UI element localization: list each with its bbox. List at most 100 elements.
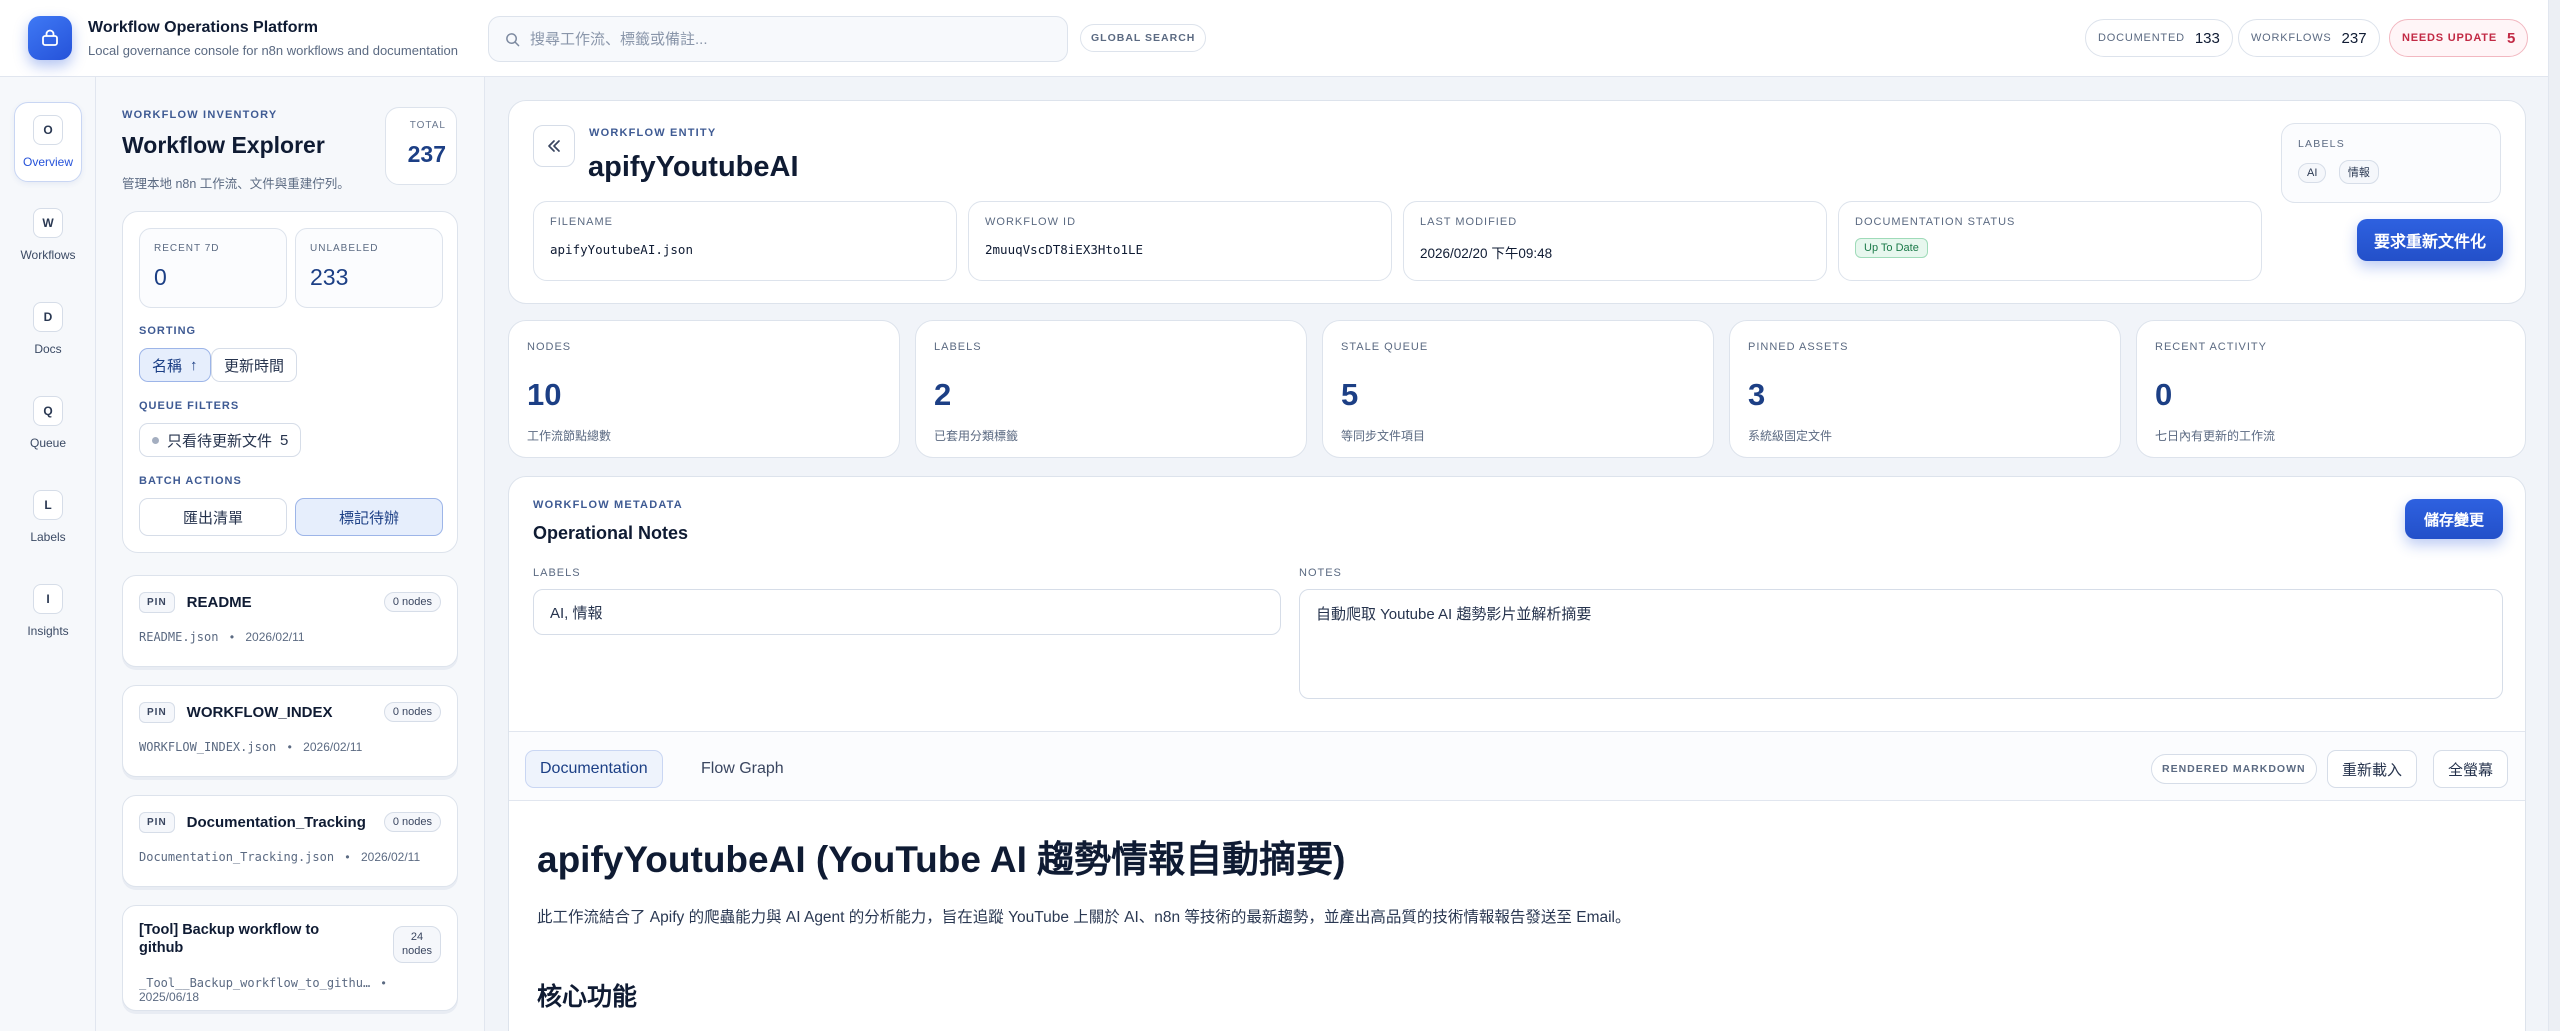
fullscreen-button[interactable]: 全螢幕 xyxy=(2433,750,2509,788)
tab-documentation[interactable]: Documentation xyxy=(525,750,663,788)
metric-value: 0 xyxy=(2155,377,2173,412)
save-changes-button[interactable]: 儲存變更 xyxy=(2405,499,2503,539)
app-logo-icon[interactable] xyxy=(28,16,72,60)
workflow-id-value: 2muuqVscDT8iEX3Hto1LE xyxy=(985,242,1144,257)
window-scrollbar[interactable] xyxy=(2548,0,2560,1031)
entity-eyebrow: WORKFLOW ENTITY xyxy=(589,127,717,139)
workflow-header: [Tool] Backup workflow to github xyxy=(139,922,359,956)
search-box[interactable] xyxy=(488,16,1068,62)
last-modified-field: LAST MODIFIED 2026/02/20 下午09:48 xyxy=(1403,201,1827,281)
pin-badge: PIN xyxy=(139,702,175,723)
batch-actions-label: BATCH ACTIONS xyxy=(139,475,242,487)
filter-dot-icon xyxy=(152,436,159,444)
total-label: TOTAL xyxy=(409,120,446,131)
sort-by-time-button[interactable]: 更新時間 xyxy=(211,348,298,382)
metric-label: LABELS xyxy=(934,341,982,353)
rail-item-workflows[interactable]: W Workflows xyxy=(14,195,82,275)
metric-value: 3 xyxy=(1748,377,1766,412)
workflows-value: 237 xyxy=(2341,29,2367,47)
workflow-date: 2025/06/18 xyxy=(139,990,200,1004)
labels-field-label: LABELS xyxy=(533,567,581,579)
workflows-icon: W xyxy=(33,208,63,238)
unlabeled-card: UNLABELED 233 xyxy=(295,228,443,308)
doc-status-field: DOCUMENTATION STATUS Up To Date xyxy=(1838,201,2262,281)
filter-panel: RECENT 7D 0 UNLABELED 233 SORTING 名稱 ↑ 更… xyxy=(122,211,458,553)
workflow-list-item[interactable]: [Tool] Backup workflow to github 24 node… xyxy=(122,905,458,1011)
rail-item-docs[interactable]: D Docs xyxy=(14,289,82,369)
pending-filter-toggle[interactable]: 只看待更新文件 5 xyxy=(139,423,302,457)
rail-label: Insights xyxy=(27,624,69,638)
nodes-badge: 0 nodes xyxy=(383,702,441,722)
recent-7d-card: RECENT 7D 0 xyxy=(139,228,287,308)
workflow-meta: Documentation_Tracking.json • 2026/02/11 xyxy=(139,850,420,864)
request-redoc-button[interactable]: 要求重新文件化 xyxy=(2357,219,2503,261)
reload-button[interactable]: 重新載入 xyxy=(2327,750,2418,788)
notes-textarea[interactable]: 自動爬取 Youtube AI 趨勢影片並解析摘要 xyxy=(1299,589,2503,699)
labels-input[interactable] xyxy=(533,589,1281,635)
filename-field: FILENAME apifyYoutubeAI.json xyxy=(533,201,957,281)
queue-filters-label: QUEUE FILTERS xyxy=(139,400,240,412)
workflow-list-item[interactable]: PIN WORKFLOW_INDEX 0 nodes WORKFLOW_INDE… xyxy=(122,685,458,777)
entity-title: apifyYoutubeAI xyxy=(588,151,799,183)
workflow-id-label: WORKFLOW ID xyxy=(985,216,1077,228)
meta-separator: • xyxy=(345,850,350,864)
sort-by-name-button[interactable]: 名稱 ↑ xyxy=(139,348,211,382)
workflow-meta: WORKFLOW_INDEX.json • 2026/02/11 xyxy=(139,740,362,754)
nodes-unit: nodes xyxy=(402,945,432,958)
tab-flow-graph[interactable]: Flow Graph xyxy=(687,750,798,788)
workflow-file: _Tool__Backup_workflow_to_githu… xyxy=(139,976,371,990)
nodes-count: 24 xyxy=(410,931,424,943)
doc-status-label: DOCUMENTATION STATUS xyxy=(1855,216,2016,228)
workflow-date: 2026/02/11 xyxy=(303,740,363,754)
metadata-eyebrow: WORKFLOW METADATA xyxy=(533,499,683,511)
entity-card: WORKFLOW ENTITY apifyYoutubeAI FILENAME … xyxy=(508,100,2526,304)
rail-item-labels[interactable]: L Labels xyxy=(14,477,82,557)
metric-labels: LABELS 2 已套用分類標籤 xyxy=(915,320,1307,458)
metric-label: RECENT ACTIVITY xyxy=(2155,341,2267,353)
last-modified-label: LAST MODIFIED xyxy=(1420,216,1518,228)
docs-icon: D xyxy=(33,302,63,332)
metric-label: PINNED ASSETS xyxy=(1748,341,1849,353)
last-modified-value: 2026/02/20 下午09:48 xyxy=(1420,246,1553,261)
workflow-meta: _Tool__Backup_workflow_to_githu… • 2025/… xyxy=(139,976,457,1004)
doc-heading: apifyYoutubeAI (YouTube AI 趨勢情報自動摘要) xyxy=(537,839,1346,880)
insights-icon: I xyxy=(33,584,63,614)
workflow-list-item[interactable]: PIN Documentation_Tracking 0 nodes Docum… xyxy=(122,795,458,887)
rail-item-overview[interactable]: O Overview xyxy=(14,102,82,182)
doc-paragraph: 此工作流結合了 Apify 的爬蟲能力與 AI Agent 的分析能力，旨在追蹤… xyxy=(537,909,1631,926)
label-tag[interactable]: AI xyxy=(2298,163,2327,183)
workflow-id-field: WORKFLOW ID 2muuqVscDT8iEX3Hto1LE xyxy=(968,201,1392,281)
global-search-button[interactable]: GLOBAL SEARCH xyxy=(1080,24,1207,52)
sidebar-title: Workflow Explorer xyxy=(122,132,325,158)
metric-recent-activity: RECENT ACTIVITY 0 七日內有更新的工作流 xyxy=(2136,320,2526,458)
recent-label: RECENT 7D xyxy=(154,243,220,254)
collapse-sidebar-button[interactable] xyxy=(533,125,575,167)
rail-item-queue[interactable]: Q Queue xyxy=(14,383,82,463)
export-list-button[interactable]: 匯出清單 xyxy=(139,498,287,536)
metric-caption: 系統級固定文件 xyxy=(1748,429,1833,443)
label-tag[interactable]: 情報 xyxy=(2338,160,2379,184)
needs-update-label: NEEDS UPDATE xyxy=(2402,32,2497,44)
rail-item-insights[interactable]: I Insights xyxy=(14,571,82,651)
metric-nodes: NODES 10 工作流節點總數 xyxy=(508,320,900,458)
sidebar-subtitle: 管理本地 n8n 工作流、文件與重建佇列。 xyxy=(122,177,350,191)
rail-label: Labels xyxy=(30,530,66,544)
workflows-stat[interactable]: WORKFLOWS 237 xyxy=(2238,19,2380,57)
meta-separator: • xyxy=(287,740,292,754)
rendered-markdown-badge: RENDERED MARKDOWN xyxy=(2151,754,2317,784)
needs-update-stat[interactable]: NEEDS UPDATE 5 xyxy=(2389,19,2529,57)
recent-value: 0 xyxy=(154,264,167,290)
documented-stat[interactable]: DOCUMENTED 133 xyxy=(2085,19,2233,57)
metric-caption: 七日內有更新的工作流 xyxy=(2155,429,2276,443)
workflow-sidebar: WORKFLOW INVENTORY Workflow Explorer 管理本… xyxy=(96,77,485,1031)
entity-tag-list: AI 情報 xyxy=(2298,160,2484,184)
search-input[interactable] xyxy=(530,30,1067,48)
workflow-header: PIN WORKFLOW_INDEX xyxy=(139,702,333,723)
metadata-docs-card: WORKFLOW METADATA Operational Notes 儲存變更… xyxy=(508,476,2526,1031)
workflow-header: PIN README xyxy=(139,592,252,613)
metric-value: 5 xyxy=(1341,377,1359,412)
workflow-file: WORKFLOW_INDEX.json xyxy=(139,740,277,754)
workflow-list-item[interactable]: PIN README 0 nodes README.json • 2026/02… xyxy=(122,575,458,667)
rail-label: Docs xyxy=(34,342,62,356)
mark-todo-button[interactable]: 標記待辦 xyxy=(295,498,443,536)
